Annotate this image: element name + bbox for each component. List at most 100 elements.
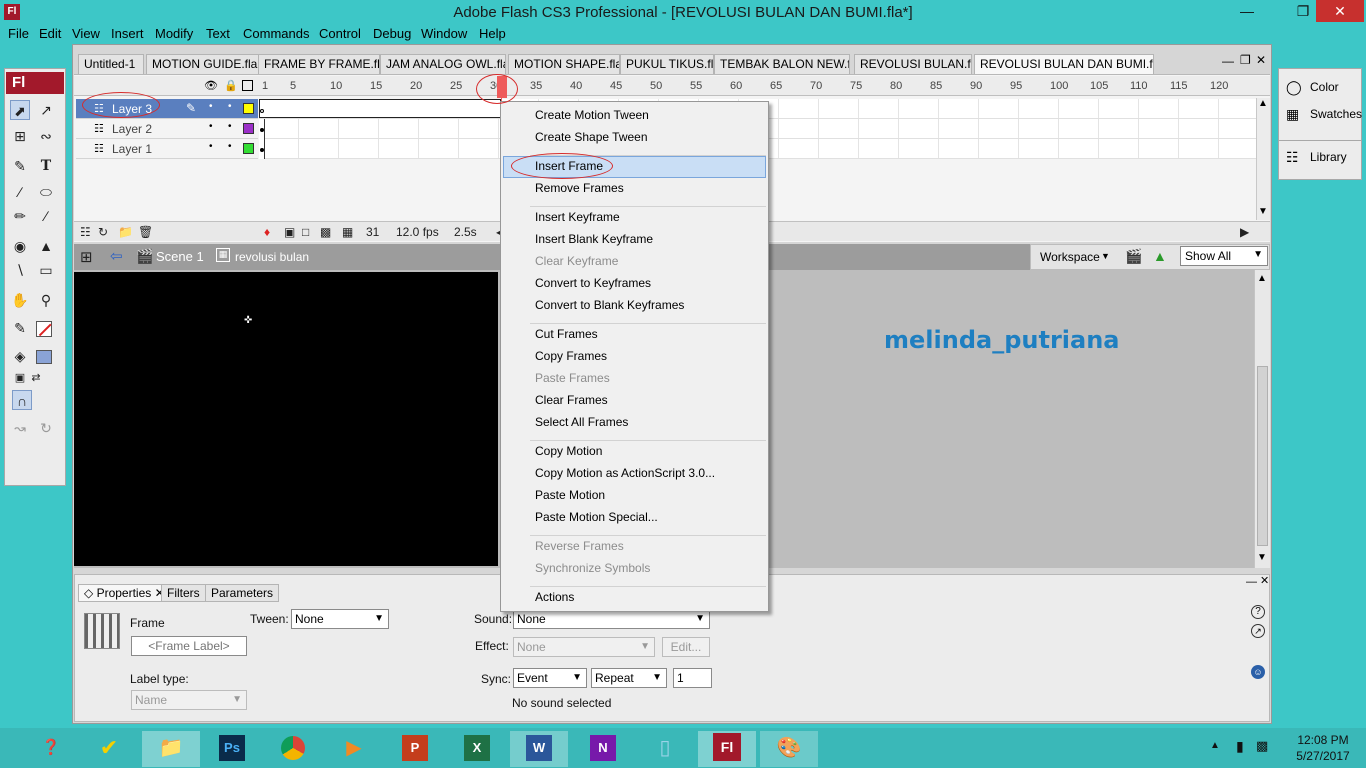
timeline-toggle-icon[interactable]: ⊞ xyxy=(80,248,93,266)
doc-close-icon[interactable]: ✕ xyxy=(1256,53,1266,67)
free-transform-tool-icon[interactable]: ⊞ xyxy=(10,126,30,146)
visibility-dot-icon[interactable]: • xyxy=(209,121,213,132)
menu-view[interactable]: View xyxy=(72,26,100,41)
onion-outline-icon[interactable]: □ xyxy=(302,225,309,239)
visibility-dot-icon[interactable]: • xyxy=(209,141,213,152)
restore-icon[interactable]: ❐ xyxy=(1286,0,1320,22)
edit-button[interactable]: Edit... xyxy=(662,637,710,657)
layer-color-swatch[interactable] xyxy=(243,143,254,154)
stage-vscroll[interactable]: ▲ ▼ xyxy=(1254,270,1270,568)
edit-scene-icon[interactable]: 🎬 xyxy=(1125,248,1142,265)
sync-select[interactable]: Event ▼ xyxy=(513,668,587,688)
tween-select[interactable]: None ▼ xyxy=(291,609,389,629)
edit-multiple-icon[interactable]: ▩ xyxy=(320,225,331,239)
menu-item-create-shape-tween[interactable]: Create Shape Tween xyxy=(535,130,648,144)
layer-color-swatch[interactable] xyxy=(243,103,254,114)
file-explorer-icon[interactable]: 📁 xyxy=(142,731,200,767)
straighten-icon[interactable]: ↻ xyxy=(36,418,56,438)
flash-taskbar-icon[interactable]: Fl xyxy=(698,731,756,767)
menu-control[interactable]: Control xyxy=(319,26,361,41)
selection-tool-icon[interactable]: ⬈ xyxy=(10,100,30,120)
menu-item-synchronize-symbols[interactable]: Synchronize Symbols xyxy=(535,561,650,575)
insert-layer-icon[interactable]: ☷ xyxy=(80,225,91,239)
keyframe-dot[interactable] xyxy=(260,128,264,132)
onion-skin-icon[interactable]: ▣ xyxy=(284,225,295,239)
repeat-select[interactable]: Repeat ▼ xyxy=(591,668,667,688)
label-type-select[interactable]: Name ▼ xyxy=(131,690,247,710)
notes-app-icon[interactable]: ▯ xyxy=(636,731,694,767)
powerpoint-icon[interactable]: P xyxy=(386,731,444,767)
delete-layer-icon[interactable]: 🗑 xyxy=(138,225,153,239)
menu-edit[interactable]: Edit xyxy=(39,26,61,41)
scroll-up-icon[interactable]: ▲ xyxy=(1257,273,1267,284)
edit-properties-icon[interactable]: ↗ xyxy=(1251,624,1265,638)
pencil-tool-icon[interactable]: ✏ xyxy=(10,206,30,226)
scroll-right-icon[interactable]: ▶ xyxy=(1240,225,1249,239)
workspace-menu[interactable]: Workspace xyxy=(1040,250,1100,264)
media-player-icon[interactable]: ▶ xyxy=(325,731,383,767)
brush-tool-icon[interactable]: ∕ xyxy=(36,206,56,226)
pen-tool-icon[interactable]: ✎ xyxy=(10,156,30,176)
layer-color-swatch[interactable] xyxy=(243,123,254,134)
tab-properties[interactable]: ◇ Properties ✕ xyxy=(78,584,171,602)
panel-options-icon[interactable]: — xyxy=(1246,576,1257,588)
tab-frame-by-frame[interactable]: FRAME BY FRAME.fla xyxy=(258,54,380,74)
menu-item-clear-frames[interactable]: Clear Frames xyxy=(535,393,608,407)
doc-restore-icon[interactable]: ❐ xyxy=(1240,53,1251,67)
oval-tool-icon[interactable]: ⬭ xyxy=(36,182,56,202)
menu-item-insert-blank-keyframe[interactable]: Insert Blank Keyframe xyxy=(535,232,653,246)
menu-window[interactable]: Window xyxy=(421,26,467,41)
stroke-color-icon[interactable]: ✎ xyxy=(10,318,30,338)
menu-item-copy-motion-as-actionscript-3-0[interactable]: Copy Motion as ActionScript 3.0... xyxy=(535,466,715,480)
battery-icon[interactable]: ▮ xyxy=(1236,738,1244,755)
menu-debug[interactable]: Debug xyxy=(373,26,411,41)
snap-to-objects-icon[interactable]: ∩ xyxy=(12,390,32,410)
swatches-panel-button[interactable]: ▦ Swatches xyxy=(1282,103,1362,125)
library-panel-button[interactable]: ☷ Library xyxy=(1282,146,1360,168)
lock-dot-icon[interactable]: • xyxy=(228,101,232,112)
scroll-down-icon[interactable]: ▼ xyxy=(1257,552,1267,563)
visibility-dot-icon[interactable]: • xyxy=(209,101,213,112)
minimize-icon[interactable]: — xyxy=(1230,0,1264,22)
word-icon[interactable]: W xyxy=(510,731,568,767)
back-arrow-icon[interactable]: ⇦ xyxy=(110,247,123,265)
paint-icon[interactable]: 🎨 xyxy=(760,731,818,767)
outline-icon[interactable] xyxy=(242,80,253,91)
tab-revolusi-bulan[interactable]: REVOLUSI BULAN.fla xyxy=(854,54,972,74)
scroll-thumb[interactable] xyxy=(1257,366,1268,546)
menu-item-cut-frames[interactable]: Cut Frames xyxy=(535,327,598,341)
menu-item-remove-frames[interactable]: Remove Frames xyxy=(535,181,624,195)
scroll-up-icon[interactable]: ▲ xyxy=(1258,98,1268,109)
swap-colors-icon[interactable]: ⇄ xyxy=(26,368,46,388)
menu-item-copy-motion[interactable]: Copy Motion xyxy=(535,444,602,458)
text-tool-icon[interactable]: T xyxy=(36,156,56,176)
fill-color-swatch[interactable] xyxy=(36,350,52,364)
chevron-down-icon[interactable]: ▼ xyxy=(1101,251,1110,261)
symbol-breadcrumb[interactable]: revolusi bulan xyxy=(235,250,309,264)
chrome-icon[interactable] xyxy=(264,731,322,767)
menu-insert[interactable]: Insert xyxy=(111,26,144,41)
menu-item-clear-keyframe[interactable]: Clear Keyframe xyxy=(535,254,618,268)
zoom-select[interactable]: Show All ▼ xyxy=(1180,246,1268,266)
repeat-count-input[interactable]: 1 xyxy=(673,668,712,688)
hand-tool-icon[interactable]: ✋ xyxy=(10,290,30,310)
help-support-icon[interactable]: ❓ xyxy=(22,731,80,767)
edit-symbols-icon[interactable]: ▲ xyxy=(1153,248,1167,264)
menu-modify[interactable]: Modify xyxy=(155,26,193,41)
eyedropper-icon[interactable]: ∖ xyxy=(10,260,30,280)
tab-untitled-1[interactable]: Untitled-1 xyxy=(78,54,144,74)
menu-item-create-motion-tween[interactable]: Create Motion Tween xyxy=(535,108,649,122)
smooth-icon[interactable]: ↝ xyxy=(10,418,30,438)
photoshop-icon[interactable]: Ps xyxy=(203,731,261,767)
tab-parameters[interactable]: Parameters xyxy=(205,584,280,602)
frame-label-input[interactable] xyxy=(131,636,247,656)
menu-item-copy-frames[interactable]: Copy Frames xyxy=(535,349,607,363)
zoom-tool-icon[interactable]: ⚲ xyxy=(36,290,56,310)
menu-item-actions[interactable]: Actions xyxy=(535,590,574,604)
scroll-down-icon[interactable]: ▼ xyxy=(1258,206,1268,217)
lock-dot-icon[interactable]: • xyxy=(228,121,232,132)
tab-tembak-balon-new[interactable]: TEMBAK BALON NEW.fla xyxy=(714,54,850,74)
tab-filters[interactable]: Filters xyxy=(161,584,206,602)
fill-color-icon[interactable]: ◈ xyxy=(10,346,30,366)
frame-span[interactable] xyxy=(259,99,501,118)
